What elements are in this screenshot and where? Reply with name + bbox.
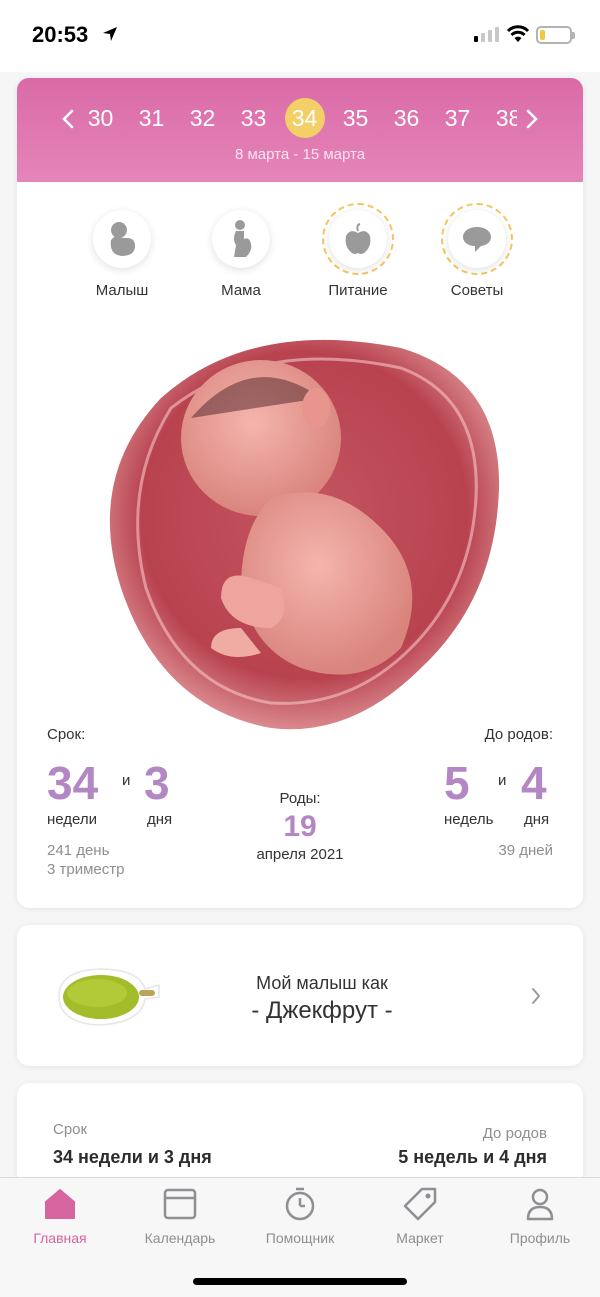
until-weeks-unit: недель [444, 811, 494, 828]
baby-size-card[interactable]: Мой малыш как - Джекфрут - [17, 925, 583, 1066]
week-30-button[interactable]: 30 [87, 96, 126, 140]
chevron-right-icon [532, 988, 541, 1004]
battery-icon [536, 26, 575, 44]
section-tab-label: Питание [328, 282, 388, 299]
user-icon [526, 1188, 554, 1221]
jackfruit-icon [58, 968, 160, 1026]
tab-label: Главная [33, 1230, 87, 1246]
term-and: и [122, 772, 131, 789]
week-36-button[interactable]: 36 [381, 96, 432, 140]
week-37-button[interactable]: 37 [432, 96, 483, 140]
week-date-range: 8 марта - 15 марта [234, 146, 366, 163]
location-arrow-icon [103, 27, 117, 41]
home-icon [45, 1189, 75, 1219]
until-weeks-value: 5 [444, 757, 470, 809]
week-32-button[interactable]: 32 [177, 96, 228, 140]
tab-market[interactable]: Маркет [360, 1186, 480, 1246]
tab-label: Профиль [509, 1230, 571, 1246]
apple-icon [345, 223, 371, 254]
baby-size-title: Мой малыш как [256, 973, 388, 993]
week-number: 34 [284, 98, 325, 138]
tab-label: Маркет [396, 1230, 444, 1246]
cellular-signal-icon [474, 27, 499, 42]
tab-calendar[interactable]: Календарь [120, 1186, 240, 1246]
section-tab-nutrition[interactable]: Питание [303, 203, 413, 299]
next-week-button[interactable] [517, 104, 547, 134]
week-35-button[interactable]: 35 [330, 96, 381, 140]
summary-until-value: 5 недель и 4 дня [398, 1147, 547, 1167]
section-tab-label: Советы [450, 282, 504, 299]
birth-label: Роды: [279, 790, 321, 807]
tab-label: Помощник [265, 1230, 335, 1246]
birth-day: 19 [283, 810, 317, 843]
term-days-value: 3 [144, 757, 170, 809]
week-31-button[interactable]: 31 [126, 96, 177, 140]
term-label: Срок: [47, 726, 86, 743]
week-number: 31 [138, 104, 165, 131]
until-and: и [498, 772, 507, 789]
wifi-icon [506, 25, 530, 42]
baby-size-fruit: - Джекфрут - [251, 997, 393, 1024]
stopwatch-icon [285, 1187, 315, 1221]
baby-icon [110, 222, 135, 256]
calendar-icon [163, 1188, 197, 1220]
summary-until-label: До родов [482, 1125, 547, 1142]
section-tab-label: Мама [221, 282, 261, 299]
section-tab-label: Малыш [95, 282, 149, 299]
speech-bubble-icon [463, 227, 491, 252]
until-days-value: 4 [521, 757, 547, 809]
until-days-unit: дня [524, 811, 550, 828]
chevron-left-icon [62, 109, 74, 129]
pregnant-woman-icon [234, 220, 252, 257]
week-number: 30 [87, 104, 114, 131]
term-trimester: 3 триместр [47, 861, 125, 878]
birth-month-year: апреля 2021 [256, 846, 344, 863]
week-number: 32 [189, 104, 216, 131]
week-number: 37 [444, 104, 471, 131]
term-weeks-unit: недели [47, 811, 98, 828]
until-birth-label: До родов: [484, 726, 553, 743]
week-number: 38 [495, 104, 517, 131]
status-time: 20:53 [32, 22, 89, 47]
status-bar: 20:53 [0, 0, 600, 72]
prev-week-button[interactable] [53, 104, 83, 134]
week-number: 33 [240, 104, 267, 131]
section-tabs: Малыш Мама Питание Советы [17, 203, 583, 310]
section-tab-baby[interactable]: Малыш [67, 210, 177, 299]
section-tab-tips[interactable]: Советы [422, 203, 532, 299]
term-total-days: 241 день [47, 842, 110, 859]
pregnancy-week-card: 30 31 32 33 34 35 36 37 38 8 марта - 15 марта Ма… [17, 78, 583, 908]
week-33-button[interactable]: 33 [228, 96, 279, 140]
tag-icon [403, 1187, 437, 1221]
chevron-right-icon [526, 109, 538, 129]
home-indicator[interactable] [193, 1278, 407, 1285]
week-selector: 30 31 32 33 34 35 36 37 38 8 марта - 15 марта [17, 78, 583, 182]
week-list: 30 31 32 33 34 35 36 37 38 [87, 96, 517, 140]
week-number: 36 [393, 104, 420, 131]
week-34-button[interactable]: 34 [279, 96, 330, 140]
week-38-button[interactable]: 38 [483, 96, 517, 140]
tab-profile[interactable]: Профиль [480, 1186, 600, 1246]
tab-label: Календарь [144, 1230, 216, 1246]
tab-home[interactable]: Главная [0, 1186, 120, 1246]
summary-term-label: Срок [53, 1121, 88, 1138]
week-number: 35 [342, 104, 369, 131]
term-weeks-value: 34 [47, 757, 99, 809]
summary-term-value: 34 недели и 3 дня [53, 1147, 212, 1167]
fetus-illustration [101, 328, 501, 733]
tab-assistant[interactable]: Помощник [240, 1186, 360, 1246]
until-total-days: 39 дней [498, 842, 553, 859]
section-tab-mom[interactable]: Мама [186, 210, 296, 299]
term-days-unit: дня [147, 811, 173, 828]
